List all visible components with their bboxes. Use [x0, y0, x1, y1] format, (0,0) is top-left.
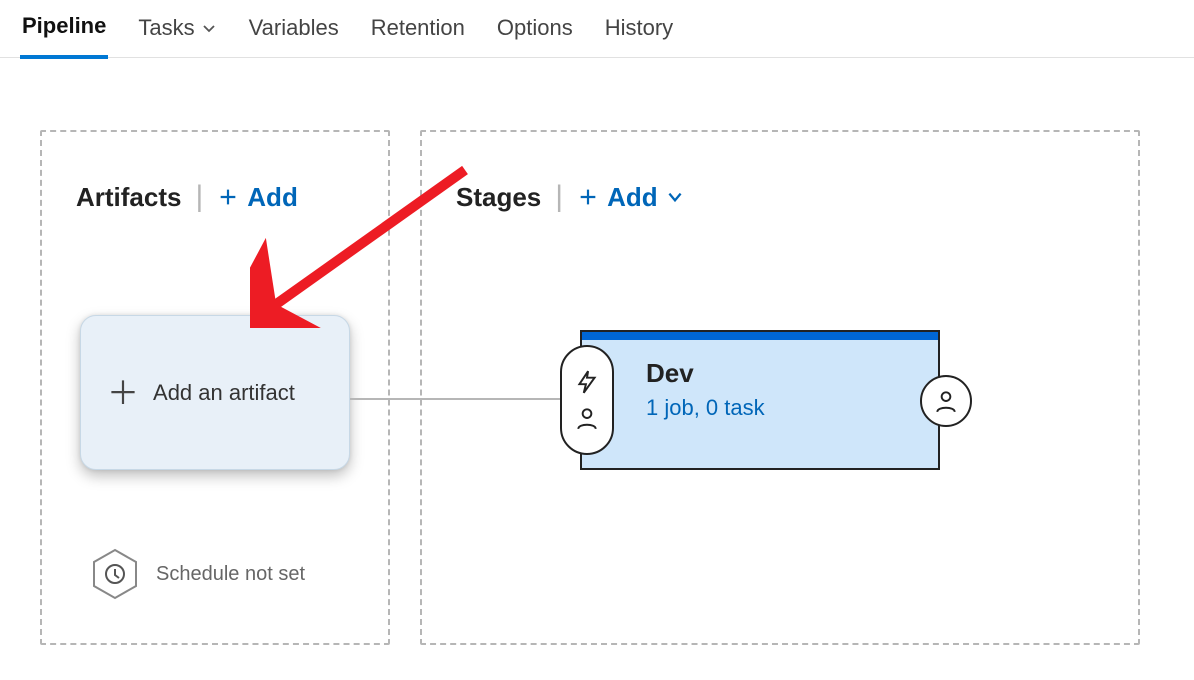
tab-label: Pipeline: [22, 13, 106, 39]
stage-post-conditions[interactable]: [920, 375, 972, 427]
plus-icon: ＋: [107, 377, 139, 409]
lightning-icon: [574, 369, 600, 395]
tab-label: Variables: [249, 15, 339, 41]
stage-name: Dev: [646, 358, 908, 389]
person-icon: [933, 388, 959, 414]
stage-card-dev[interactable]: Dev 1 job, 0 task: [580, 330, 940, 470]
artifacts-title: Artifacts: [76, 182, 181, 213]
connector-line: [350, 398, 580, 400]
stages-title: Stages: [456, 182, 541, 213]
tab-tasks[interactable]: Tasks: [136, 9, 218, 57]
plus-icon: [577, 186, 599, 208]
tab-variables[interactable]: Variables: [247, 9, 341, 57]
schedule-trigger[interactable]: Schedule not set: [92, 548, 305, 600]
artifacts-header: Artifacts | Add: [42, 132, 388, 214]
chevron-down-icon: [201, 20, 217, 36]
stages-header: Stages | Add: [422, 132, 1138, 214]
tab-options[interactable]: Options: [495, 9, 575, 57]
stage-meta[interactable]: 1 job, 0 task: [646, 395, 908, 421]
chevron-down-icon: [666, 188, 684, 206]
stage-accent-bar: [582, 332, 938, 340]
stage-pre-conditions[interactable]: [560, 345, 614, 455]
divider: |: [555, 180, 563, 214]
add-artifact-card[interactable]: ＋ Add an artifact: [80, 315, 350, 470]
tab-label: Tasks: [138, 15, 194, 41]
tab-label: History: [605, 15, 673, 41]
add-label: Add: [607, 182, 658, 213]
plus-icon: [217, 186, 239, 208]
tab-bar: Pipeline Tasks Variables Retention Optio…: [0, 0, 1194, 58]
add-artifact-link[interactable]: Add: [217, 182, 298, 213]
schedule-text: Schedule not set: [156, 561, 305, 587]
tab-history[interactable]: History: [603, 9, 675, 57]
tab-label: Options: [497, 15, 573, 41]
artifact-card-text: Add an artifact: [153, 378, 295, 408]
divider: |: [195, 180, 203, 214]
clock-hexagon-icon: [92, 548, 138, 600]
tab-label: Retention: [371, 15, 465, 41]
add-stage-link[interactable]: Add: [577, 182, 684, 213]
tab-retention[interactable]: Retention: [369, 9, 467, 57]
add-label: Add: [247, 182, 298, 213]
tab-pipeline[interactable]: Pipeline: [20, 7, 108, 59]
person-icon: [574, 405, 600, 431]
